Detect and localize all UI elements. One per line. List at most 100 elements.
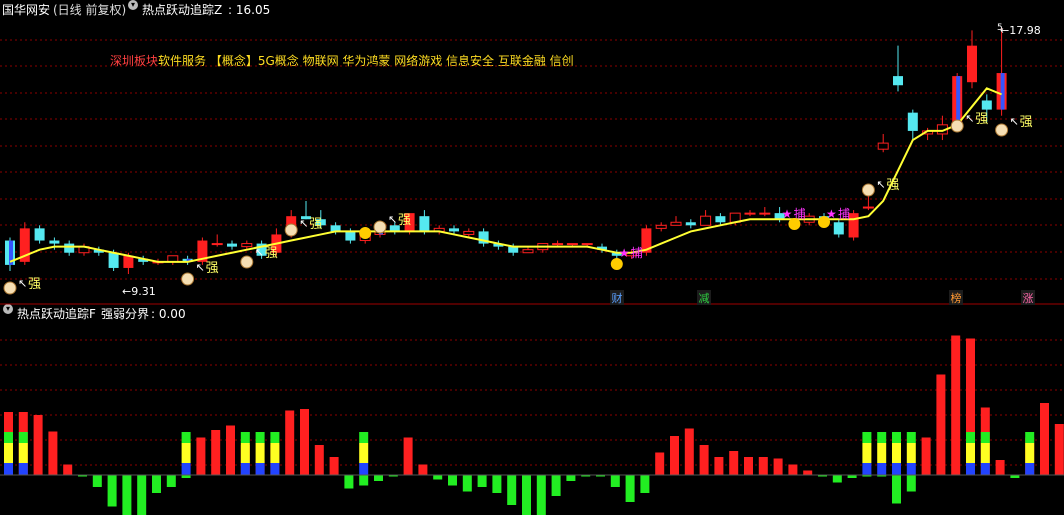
strength-bar <box>359 475 369 486</box>
candle-body <box>907 112 918 131</box>
strength-bar <box>477 475 487 487</box>
strength-bar <box>211 430 221 475</box>
candle-body <box>108 252 119 268</box>
strength-bar <box>152 475 161 493</box>
strength-bar <box>892 475 901 504</box>
candle-body <box>862 206 874 209</box>
high-price-label: ←17.98 <box>1000 24 1041 37</box>
catch-label: 捕 <box>631 245 643 260</box>
strength-bar <box>699 445 709 475</box>
strength-bar <box>492 475 502 493</box>
strength-bar <box>507 475 517 505</box>
strong-arrow: ↖ <box>388 213 397 226</box>
catch-star: ★ <box>782 207 793 221</box>
signal-bar-green <box>862 432 872 443</box>
strength-bar <box>788 464 798 475</box>
smiley-icon <box>788 218 801 230</box>
strength-bar <box>300 409 309 475</box>
catch-label: 捕 <box>838 206 850 221</box>
strength-bar <box>285 410 295 475</box>
candle-body <box>670 221 682 226</box>
strength-bar <box>433 475 443 480</box>
strength-bar <box>832 475 842 483</box>
candle-body <box>893 76 903 86</box>
signal-bar-blue <box>877 463 887 475</box>
candle-body <box>848 213 859 238</box>
candle-body <box>345 231 356 241</box>
signal-candle-stripe <box>1000 73 1005 110</box>
candle-body <box>877 142 889 150</box>
smiley-icon <box>359 227 372 239</box>
candle-body <box>833 222 844 235</box>
strong-arrow: ↖ <box>965 112 974 125</box>
candle-body <box>123 255 134 268</box>
signal-bar-blue <box>906 463 916 475</box>
candle-body <box>419 216 430 232</box>
top-marker: 5 <box>997 23 1003 33</box>
signal-bar-yellow <box>906 443 916 463</box>
candle-body <box>227 243 237 247</box>
candle-body <box>967 45 977 83</box>
signal-bar-green <box>18 432 28 443</box>
signal-bar-green <box>877 432 887 443</box>
signal-bar-green <box>980 432 990 443</box>
strength-bar <box>714 457 724 475</box>
strength-bar <box>122 475 132 515</box>
strong-label: 强 <box>975 112 988 127</box>
candle-body <box>744 212 756 215</box>
strength-bar <box>670 436 679 475</box>
low-price-label: ←9.31 <box>122 285 156 298</box>
signal-bar-green <box>181 432 191 443</box>
candle-body <box>700 215 712 226</box>
strength-bar <box>344 475 354 489</box>
candle-body <box>759 212 771 215</box>
strong-arrow: ↖ <box>255 246 264 259</box>
strength-bar <box>758 457 768 475</box>
strength-bar <box>226 425 235 475</box>
event-badge-label: 榜 <box>951 291 962 305</box>
signal-bar-yellow <box>966 443 975 463</box>
money-bag-icon <box>284 223 298 237</box>
strength-bar <box>448 475 457 486</box>
candle-body <box>211 243 223 246</box>
strength-bar <box>63 464 73 475</box>
signal-bar-blue <box>892 463 901 475</box>
signal-bar-blue <box>966 463 975 475</box>
catch-star: ★ <box>619 246 630 260</box>
signal-candle-stripe <box>956 76 961 122</box>
strength-bar <box>551 475 561 496</box>
signal-bar-blue <box>359 463 369 475</box>
signal-bar-yellow <box>18 443 28 463</box>
signal-bar-yellow <box>359 443 369 463</box>
candle-body <box>552 243 564 246</box>
candle-body <box>241 243 253 248</box>
strength-bar <box>566 475 576 481</box>
money-bag-icon <box>240 255 254 269</box>
signal-bar-green <box>966 432 975 443</box>
strength-bar <box>137 475 147 515</box>
strong-label: 强 <box>265 246 278 261</box>
smiley-icon <box>610 258 623 270</box>
signal-bar-yellow <box>240 443 250 463</box>
strength-bar <box>418 464 428 475</box>
signal-bar-yellow <box>270 443 280 463</box>
signal-bar-blue <box>862 463 872 475</box>
strength-bar <box>374 475 383 481</box>
signal-bar-blue <box>181 463 191 475</box>
strong-arrow: ↖ <box>876 178 885 191</box>
strong-arrow: ↖ <box>299 217 308 230</box>
signal-bar-green <box>4 432 13 443</box>
strength-bar <box>48 431 58 475</box>
chart-canvas[interactable]: ←9.31←17.985↖ 强↖ 强↖ 强↖ 强 ↖ 强↖ 强↖ 强 ↖ 强★ 捕★ 捕 ★ 捕财减榜涨 <box>0 0 1064 515</box>
strength-bar <box>33 415 43 475</box>
signal-bar-yellow <box>255 443 265 463</box>
strength-bar <box>314 445 324 475</box>
candle-body <box>49 240 60 244</box>
candle-body <box>715 216 726 223</box>
signal-bar-green <box>1025 432 1035 443</box>
strength-bar <box>951 335 961 475</box>
money-bag-icon <box>373 220 387 234</box>
candle-body <box>463 230 475 235</box>
signal-bar-yellow <box>1025 443 1035 463</box>
signal-bar-green <box>240 432 250 443</box>
